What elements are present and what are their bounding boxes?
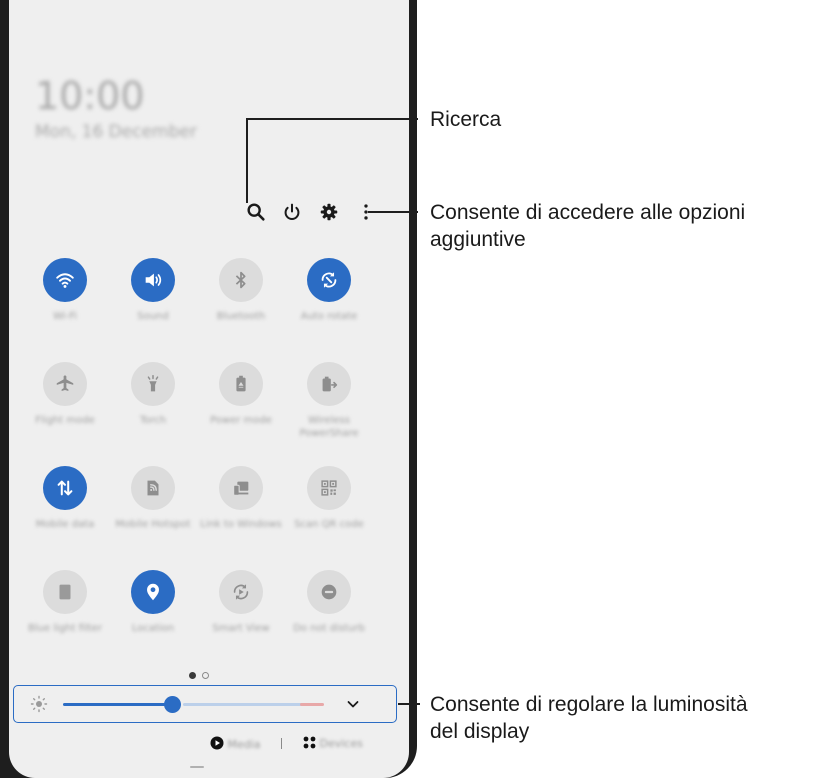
play-icon [210,736,224,750]
brightness-track-fill [63,703,173,706]
tile-bluetooth[interactable]: Bluetooth [199,258,283,358]
powershare-icon [307,362,351,406]
tile-link-to-windows[interactable]: Link to Windows [199,466,283,566]
blue-light-icon [43,570,87,614]
brightness-slider-handle[interactable] [164,696,182,713]
tile-label: Link to Windows [200,519,282,530]
tile-label: Power mode [210,415,272,426]
tile-scan-qr-code[interactable]: Scan QR code [287,466,371,566]
tile-do-not-disturb[interactable]: Do not disturb [287,570,371,670]
media-devices-bar: Media Devices [9,720,409,778]
callout-line-search [246,119,248,203]
callout-brightness: Consente di regolare la luminosità del d… [430,691,748,745]
tile-power-mode[interactable]: Power mode [199,362,283,462]
callout-line-more-options [368,211,418,213]
brightness-track[interactable] [183,703,311,706]
hotspot-icon [131,466,175,510]
tile-location[interactable]: Location [111,570,195,670]
smart-view-icon [219,570,263,614]
tile-label: Scan QR code [294,519,364,530]
tile-label: Bluetooth [216,311,266,322]
callout-more-options-line2: aggiuntive [430,228,526,251]
tile-torch[interactable]: Torch [111,362,195,462]
location-pin-icon [131,570,175,614]
tile-label: Wi-Fi [53,311,77,322]
tile-wireless-powershare[interactable]: Wireless PowerShare [287,362,371,462]
tile-label: Torch [139,415,167,426]
torch-icon [131,362,175,406]
bluetooth-icon [219,258,263,302]
callout-line-search [246,118,418,120]
settings-icon[interactable] [314,197,344,227]
tile-label: Mobile Hotspot [115,519,191,530]
tile-label: Location [131,623,175,634]
media-label: Media [227,738,261,751]
tile-smart-view[interactable]: Smart View [199,570,283,670]
brightness-sun-icon [30,695,48,717]
callout-more-options-line1: Consente di accedere alle opzioni [430,201,746,224]
tile-wifi[interactable]: Wi-Fi [23,258,107,358]
airplane-icon [43,362,87,406]
callout-more-options: Consente di accedere alle opzioni aggiun… [430,199,745,253]
auto-rotate-icon [307,258,351,302]
brightness-track-max [300,703,324,706]
tile-label: Do not disturb [293,623,365,634]
tile-label: Blue light filter [28,623,102,634]
page-dot-active [189,672,196,679]
brightness-bar [13,685,397,723]
drag-handle[interactable] [190,766,204,768]
phone-frame: 10:00 Mon, 16 December Wi-Fi Sound Bluet… [0,0,417,778]
clock: 10:00 [35,74,145,118]
tile-mobile-hotspot[interactable]: Mobile Hotspot [111,466,195,566]
devices-label: Devices [319,737,363,750]
tile-label: Wireless PowerShare [299,415,359,439]
callout-search: Ricerca [430,108,502,131]
do-not-disturb-icon [307,570,351,614]
chevron-down-icon[interactable] [345,696,361,716]
tile-auto-rotate[interactable]: Auto rotate [287,258,371,358]
tile-label: Auto rotate [300,311,358,322]
tile-label: Mobile data [35,519,95,530]
callout-brightness-line1: Consente di regolare la luminosità [430,693,748,716]
quick-panel: 10:00 Mon, 16 December Wi-Fi Sound Bluet… [9,0,409,720]
tile-flight-mode[interactable]: Flight mode [23,362,107,462]
mobile-data-icon [43,466,87,510]
tile-label: Flight mode [35,415,95,426]
wifi-icon [43,258,87,302]
date: Mon, 16 December [35,122,197,142]
devices-grid-icon [303,736,316,749]
divider [281,738,282,749]
callout-line-brightness [398,703,420,705]
power-icon[interactable] [277,197,307,227]
page-dot [202,672,209,679]
battery-recycle-icon [219,362,263,406]
media-button[interactable]: Media [210,736,261,751]
qr-code-icon [307,466,351,510]
sound-icon [131,258,175,302]
callout-brightness-line2: del display [430,720,530,743]
tile-mobile-data[interactable]: Mobile data [23,466,107,566]
devices-button[interactable]: Devices [303,736,363,750]
tile-label: Smart View [212,623,270,634]
tile-blue-light-filter[interactable]: Blue light filter [23,570,107,670]
tile-sound[interactable]: Sound [111,258,195,358]
tile-label: Sound [137,311,169,322]
link-windows-icon [219,466,263,510]
